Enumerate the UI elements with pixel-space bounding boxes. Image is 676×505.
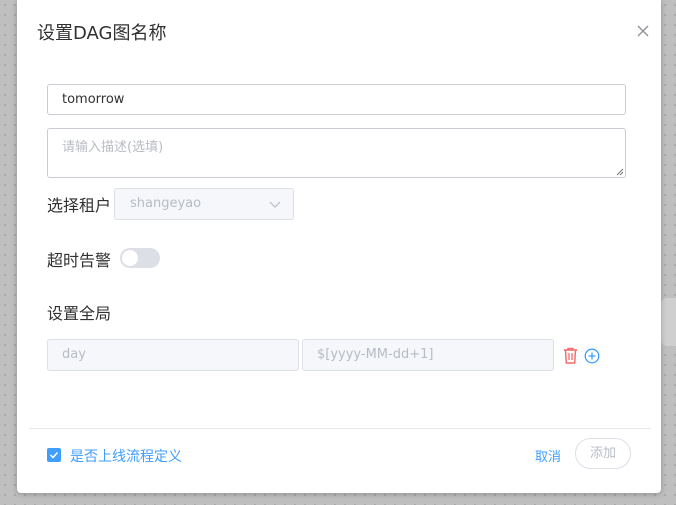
- switch-knob: [122, 250, 138, 266]
- tenant-selected-value: shangeyao: [130, 196, 202, 211]
- background-panel-edge: [661, 298, 676, 346]
- close-icon[interactable]: [634, 22, 652, 40]
- dag-name-dialog: 设置DAG图名称 tomorrow 请输入描述(选填) 选择租户 shangey…: [17, 0, 661, 493]
- timeout-alarm-label: 超时告警: [47, 251, 112, 270]
- global-param-value-input[interactable]: $[yyyy-MM-dd+1]: [302, 339, 554, 371]
- resize-grip-icon[interactable]: [616, 168, 624, 176]
- description-textarea[interactable]: 请输入描述(选填): [47, 128, 626, 178]
- dialog-title: 设置DAG图名称: [37, 23, 167, 44]
- add-circle-icon[interactable]: [584, 348, 600, 364]
- footer-divider: [29, 428, 651, 429]
- cancel-button[interactable]: 取消: [535, 446, 561, 465]
- publish-checkbox[interactable]: [47, 448, 61, 462]
- tenant-label: 选择租户: [47, 196, 112, 215]
- timeout-alarm-switch[interactable]: [120, 248, 160, 268]
- add-button[interactable]: 添加: [575, 438, 631, 469]
- global-param-key-input[interactable]: day: [47, 339, 299, 371]
- description-placeholder: 请输入描述(选填): [62, 140, 164, 155]
- tenant-select[interactable]: shangeyao: [114, 188, 294, 220]
- delete-icon[interactable]: [563, 347, 578, 364]
- chevron-down-icon: [269, 201, 281, 208]
- global-params-label: 设置全局: [47, 304, 112, 323]
- publish-checkbox-label[interactable]: 是否上线流程定义: [70, 446, 182, 466]
- check-icon: [49, 451, 59, 459]
- dag-name-input[interactable]: tomorrow: [47, 84, 626, 115]
